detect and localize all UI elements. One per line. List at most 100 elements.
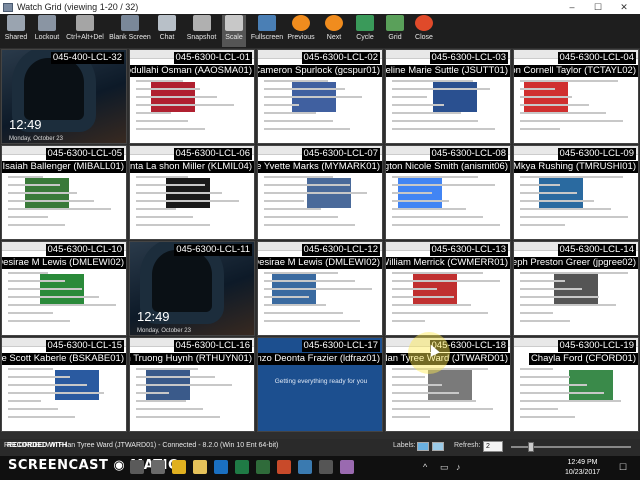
shared-button[interactable]: Shared — [2, 15, 30, 47]
watch-grid: 12:49 Monday, October 23 045-400-LCL-32 045… — [0, 48, 640, 439]
lockout-button[interactable]: Lockout — [33, 15, 61, 47]
excel-icon[interactable] — [235, 460, 249, 474]
tray-chevron-icon[interactable]: ^ — [423, 462, 427, 472]
computer-id-label: 045-6300-LCL-01 — [173, 52, 252, 64]
computer-id-label: 045-6300-LCL-16 — [173, 340, 252, 352]
page-text-line — [392, 192, 432, 194]
page-text-line — [136, 208, 176, 210]
dreamweaver-icon[interactable] — [256, 460, 270, 474]
next-button[interactable]: Next — [320, 15, 348, 47]
grid-cell[interactable]: 045-6300-LCL-14 seph Preston Greer (jpgre… — [513, 241, 639, 336]
page-text-line — [8, 376, 70, 378]
file-explorer-icon[interactable] — [193, 460, 207, 474]
grid-cell[interactable]: 045-6300-LCL-16 an Truong Huynh (RTHUYN01… — [129, 337, 255, 432]
chrome-icon[interactable] — [172, 460, 186, 474]
user-name-label: Cameron Spurlock (gcspur01) — [258, 65, 382, 77]
grid-cell[interactable]: 045-6300-LCL-10 Desirae M Lewis (DMLEWI02… — [1, 241, 127, 336]
page-text-line — [392, 408, 493, 410]
page-text-line — [136, 104, 234, 106]
page-text-line — [136, 192, 222, 194]
grid-cell[interactable]: 045-6300-LCL-12 Desirae M Lewis (DMLEWI02… — [257, 241, 383, 336]
grid-cell[interactable]: 045-6300-LCL-04 von Cornell Taylor (TCTAY… — [513, 49, 639, 144]
user-name-label: Desirae M Lewis (DMLEWI02) — [258, 257, 382, 269]
grid-cell[interactable]: 045-6300-LCL-09 e Mkya Rushing (TMRUSHI01… — [513, 145, 639, 240]
powerpoint-icon[interactable] — [277, 460, 291, 474]
grid-cell[interactable]: 12:49 Monday, October 23 045-400-LCL-32 — [1, 49, 127, 144]
clock-time: 12:49 PM — [567, 459, 598, 466]
page-text-line — [136, 376, 215, 378]
computer-id-label: 045-6300-LCL-07 — [301, 148, 380, 160]
user-name-label: s Isaiah Ballenger (MIBALL01) — [2, 161, 126, 173]
page-text-line — [264, 208, 321, 210]
grid-cell[interactable]: 045-6300-LCL-06 onta La shon Miller (KLMI… — [129, 145, 255, 240]
previous-label: Previous — [287, 34, 315, 41]
tray-volume-icon[interactable]: ♪ — [456, 462, 461, 472]
grid-cell[interactable]: 045-6300-LCL-13 William Merrick (CWMERR01… — [385, 241, 511, 336]
lock-icon — [38, 15, 56, 31]
camera-icon — [192, 15, 211, 31]
user-name-label: seph Preston Greer (jpgree02) — [514, 257, 638, 269]
refresh-select[interactable]: 2 — [483, 441, 503, 452]
grid-cell[interactable]: 045-6300-LCL-01 Abdullahi Osman (AAOSMA01… — [129, 49, 255, 144]
notifications-icon[interactable]: ☐ — [619, 462, 627, 473]
page-text-line — [392, 184, 495, 186]
page-text-line — [520, 112, 606, 114]
taskbar-clock[interactable]: 12:49 PM 10/23/2017 — [565, 458, 600, 478]
chat-button[interactable]: Chat — [155, 15, 179, 47]
grid-cell[interactable]: 045-6300-LCL-15 ee Scott Kaberle (BSKABE0… — [1, 337, 127, 432]
page-text-line — [8, 384, 87, 386]
close-button[interactable]: Close — [412, 15, 436, 47]
ctrl-alt-del-button[interactable]: Ctrl+Alt+Del — [63, 15, 107, 47]
taskbar-app-10[interactable] — [319, 460, 333, 474]
previous-button[interactable]: Previous — [286, 15, 316, 47]
snapshot-button[interactable]: Snapshot — [185, 15, 218, 47]
page-text-line — [264, 216, 338, 218]
grid-cell[interactable]: 045-6300-LCL-08 ngton Nicole Smith (anism… — [385, 145, 511, 240]
user-name-label: queline Marie Suttle (JSUTT01) — [386, 65, 510, 77]
grid-cell[interactable]: 045-6300-LCL-02 Cameron Spurlock (gcspur0… — [257, 49, 383, 144]
zoom-slider-thumb[interactable] — [528, 442, 534, 452]
cycle-icon — [356, 15, 374, 31]
label-toggle-2[interactable] — [432, 442, 444, 451]
window-title: Watch Grid (viewing 1-20 / 32) — [17, 2, 139, 12]
label-toggle-1[interactable] — [417, 442, 429, 451]
recorded-with-watermark: RECORDED WITH — [7, 442, 67, 449]
grid-cell[interactable]: 12:49 Monday, October 23 045-6300-LCL-11 — [129, 241, 255, 336]
page-text-line — [520, 320, 570, 322]
grid-cell[interactable]: 045-6300-LCL-05 s Isaiah Ballenger (MIBAL… — [1, 145, 127, 240]
grid-cell[interactable]: 045-6300-LCL-19 Chayla Ford (CFORD01) — [513, 337, 639, 432]
page-text-line — [264, 224, 355, 226]
taskbar-app-1[interactable] — [130, 460, 144, 474]
page-text-line — [392, 312, 488, 314]
page-text-line — [8, 392, 104, 394]
maximize-button[interactable]: ☐ — [586, 0, 610, 14]
fullscreen-label: Fullscreen — [250, 34, 284, 41]
user-name-label: e Mkya Rushing (TMRUSHI01) — [514, 161, 638, 173]
page-text-line — [392, 88, 490, 90]
page-text-line — [520, 104, 589, 106]
taskbar-app-9[interactable] — [298, 460, 312, 474]
close-icon — [415, 15, 433, 31]
grid-cell[interactable]: 045-6300-LCL-07 elle Yvette Marks (MYMARK… — [257, 145, 383, 240]
page-text-line — [520, 416, 575, 418]
minimize-button[interactable]: – — [560, 0, 584, 14]
tray-battery-icon[interactable]: ▭ — [440, 462, 449, 473]
close-window-button[interactable]: ✕ — [612, 0, 636, 14]
page-text-line — [136, 384, 232, 386]
grid-button[interactable]: Grid — [383, 15, 407, 47]
grid-cell[interactable]: 045-6300-LCL-03 queline Marie Suttle (JSU… — [385, 49, 511, 144]
outlook-icon[interactable] — [214, 460, 228, 474]
taskbar-app-11[interactable] — [340, 460, 354, 474]
page-text-line — [136, 120, 188, 122]
page-text-line — [392, 80, 473, 82]
fullscreen-button[interactable]: Fullscreen — [250, 15, 284, 47]
scale-button[interactable]: Scale — [222, 15, 246, 47]
next-label: Next — [326, 34, 342, 41]
blank-screen-button[interactable]: Blank Screen — [108, 15, 152, 47]
computer-id-label: 045-6300-LCL-15 — [45, 340, 124, 352]
cycle-button[interactable]: Cycle — [352, 15, 378, 47]
close-label: Close — [415, 34, 433, 41]
refresh-label: Refresh: — [454, 442, 481, 449]
grid-cell[interactable]: Getting everything ready for you 045-6300… — [257, 337, 383, 432]
taskbar-app-2[interactable] — [151, 460, 165, 474]
